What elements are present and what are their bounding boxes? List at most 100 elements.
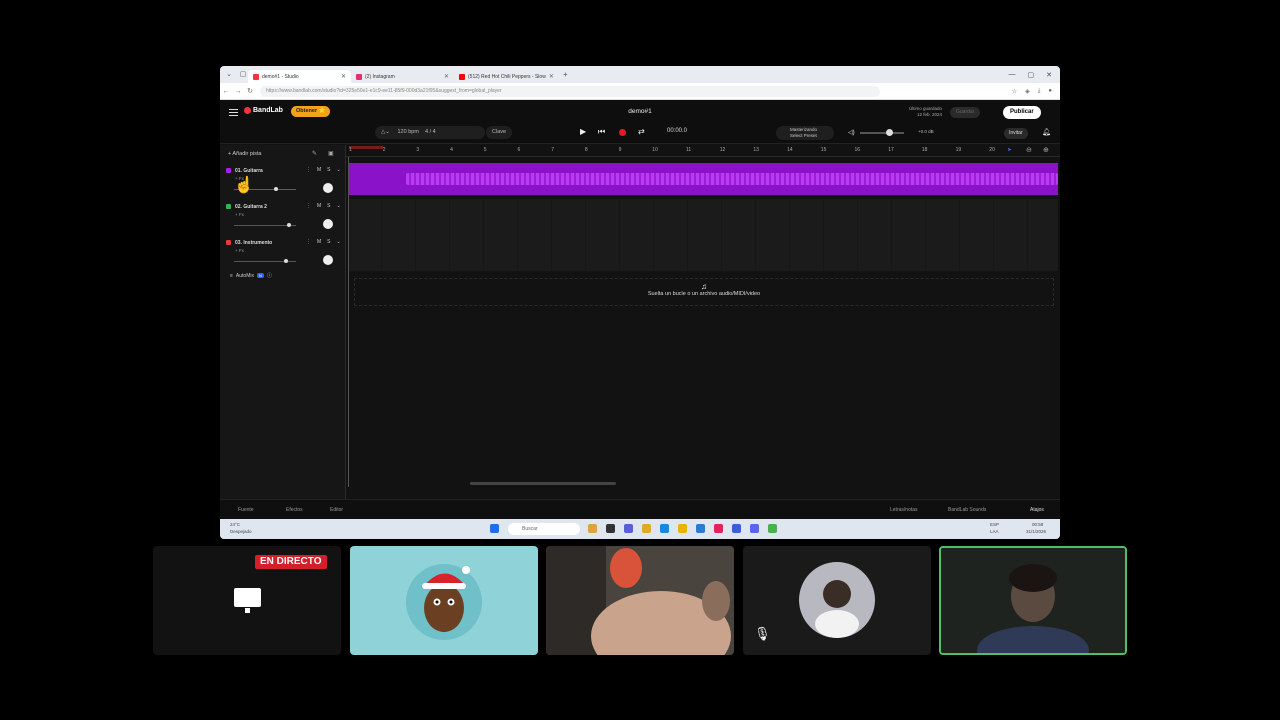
tab-actions-icon[interactable]: ▢ bbox=[238, 70, 248, 80]
store-icon[interactable] bbox=[696, 524, 705, 533]
timeline[interactable]: 1 2 3 4 5 6 7 8 9 10 11 12 13 14 15 16 17 18 19 20 ⫸ ⊖ ⊕ ♫ … bbox=[346, 145, 1060, 499]
track-row[interactable]: 03. Instrumento + Fx ⋮ M S ⌄ bbox=[224, 237, 342, 270]
explorer-icon[interactable] bbox=[678, 524, 687, 533]
fuente-tab[interactable]: Fuente bbox=[238, 507, 254, 513]
windows-start-icon[interactable] bbox=[490, 524, 499, 533]
hamburger-menu-icon[interactable] bbox=[229, 109, 238, 116]
extensions-icon[interactable]: ◈ bbox=[1025, 88, 1030, 95]
profile-icon[interactable]: ● bbox=[1048, 88, 1052, 95]
minimize-icon[interactable]: — bbox=[1009, 71, 1016, 79]
playhead[interactable] bbox=[348, 157, 349, 487]
region-indicator[interactable]: LAA bbox=[990, 529, 999, 534]
zoom-in-icon[interactable]: ⊕ bbox=[1043, 146, 1049, 154]
track-menu-icon[interactable]: ⋮ bbox=[306, 239, 311, 245]
invitar-button[interactable]: Invitar bbox=[1004, 128, 1028, 139]
help-icon[interactable]: ⓘ bbox=[267, 272, 272, 279]
efectos-tab[interactable]: Efectos bbox=[286, 507, 303, 513]
letras-tab[interactable]: Letras/notas bbox=[890, 507, 918, 513]
wand-icon[interactable]: ✎ bbox=[312, 150, 317, 157]
bandlab-logo[interactable]: BandLab bbox=[244, 107, 283, 114]
zoom-out-icon[interactable]: ⊖ bbox=[1026, 146, 1032, 154]
app-red-icon[interactable] bbox=[714, 524, 723, 533]
bar-ruler[interactable]: 1 2 3 4 5 6 7 8 9 10 11 12 13 14 15 16 17 18 19 20 bbox=[346, 145, 1060, 157]
editor-tab[interactable]: Editor bbox=[330, 507, 343, 513]
track-volume-knob[interactable] bbox=[287, 223, 291, 227]
solo-button[interactable]: S bbox=[327, 167, 330, 173]
participant-tile-photo[interactable] bbox=[743, 546, 931, 655]
star-icon[interactable]: ☆ bbox=[1012, 88, 1017, 95]
horizontal-scrollbar[interactable] bbox=[470, 482, 616, 485]
track-menu-icon[interactable]: ⋮ bbox=[306, 167, 311, 173]
notifications-icon[interactable]: 🔔︎ bbox=[1042, 128, 1051, 136]
track-row[interactable]: 02. Guitarra 2 + Fx ⋮ M S ⌄ bbox=[224, 201, 342, 234]
bpm-value[interactable]: 120 bbox=[397, 129, 406, 135]
key-button[interactable]: Clave bbox=[486, 126, 513, 139]
master-volume-knob[interactable] bbox=[886, 129, 893, 136]
solo-button[interactable]: S bbox=[327, 239, 330, 245]
date[interactable]: 31/1/2026 bbox=[1026, 529, 1046, 534]
forward-icon[interactable]: → bbox=[232, 88, 244, 95]
discord-icon[interactable] bbox=[750, 524, 759, 533]
close-tab-icon[interactable]: ✕ bbox=[341, 73, 346, 80]
loop-icon[interactable]: ⇄ bbox=[638, 127, 645, 136]
track-volume-knob[interactable] bbox=[284, 259, 288, 263]
clock[interactable]: 00:58 bbox=[1032, 522, 1043, 527]
tab-menu-icon[interactable]: ⌄ bbox=[224, 70, 234, 80]
new-tab-icon[interactable]: + bbox=[563, 70, 568, 79]
task-view-icon[interactable] bbox=[606, 524, 615, 533]
downloads-icon[interactable]: ⤓ bbox=[1038, 88, 1041, 95]
teams-icon[interactable] bbox=[624, 524, 633, 533]
chevron-down-icon[interactable]: ⌄ bbox=[337, 239, 341, 245]
record-icon[interactable] bbox=[619, 129, 626, 136]
fx-button[interactable]: + Fx bbox=[235, 212, 244, 217]
atajos-tab[interactable]: Atajos bbox=[1030, 507, 1044, 513]
mastering-button[interactable]: Masterizando Select Preset bbox=[776, 126, 834, 140]
solo-button[interactable]: S bbox=[327, 203, 330, 209]
track-name[interactable]: 03. Instrumento bbox=[235, 240, 272, 246]
empty-tracks-area[interactable] bbox=[348, 199, 1058, 271]
url-field[interactable]: https://www.bandlab.com/studio?id=325e50… bbox=[260, 85, 880, 97]
app-icon[interactable] bbox=[588, 524, 597, 533]
chrome-icon[interactable] bbox=[768, 524, 777, 533]
edge-icon[interactable] bbox=[660, 524, 669, 533]
add-track-button[interactable]: + Añadir pista bbox=[228, 151, 261, 157]
tab-bandlab[interactable]: demo#1 - Studio ✕ bbox=[248, 70, 351, 83]
close-tab-icon[interactable]: ✕ bbox=[444, 73, 449, 80]
publicar-button[interactable]: Publicar bbox=[1003, 106, 1041, 119]
obtener-button[interactable]: Obtener ⭐ bbox=[291, 106, 331, 117]
track-options-icon[interactable]: ▣ bbox=[328, 150, 334, 157]
maximize-icon[interactable]: ▢ bbox=[1028, 71, 1035, 79]
fx-button[interactable]: + Fx bbox=[235, 248, 244, 253]
snap-icon[interactable]: ⫸ bbox=[1008, 147, 1011, 154]
play-icon[interactable]: ▶ bbox=[580, 127, 586, 136]
track-menu-icon[interactable]: ⋮ bbox=[306, 203, 311, 209]
time-signature[interactable]: 4 / 4 bbox=[425, 129, 436, 135]
guardar-button[interactable]: Guardar bbox=[950, 107, 981, 118]
skip-back-icon[interactable]: ⏮ bbox=[598, 127, 605, 137]
drop-zone[interactable]: ♫ Suelta un bucle o un archivo audio/MID… bbox=[354, 278, 1054, 306]
sounds-tab[interactable]: BandLab Sounds bbox=[948, 507, 986, 513]
chevron-down-icon[interactable]: ⌄ bbox=[337, 167, 341, 173]
tab-instagram[interactable]: (2) Instagram ✕ bbox=[351, 70, 454, 83]
track-volume-knob[interactable] bbox=[274, 187, 278, 191]
loop-region[interactable] bbox=[349, 146, 383, 149]
taskbar-search[interactable]: Buscar bbox=[508, 523, 580, 535]
weather-temp[interactable]: 24°C bbox=[230, 522, 240, 527]
lang-indicator[interactable]: ESP bbox=[990, 522, 999, 527]
tempo-pill[interactable]: △⌄ 120 bpm 4 / 4 bbox=[375, 126, 485, 139]
reload-icon[interactable]: ↻ bbox=[244, 87, 256, 95]
track-name[interactable]: 02. Guitarra 2 bbox=[235, 204, 267, 210]
chevron-down-icon[interactable]: ⌄ bbox=[337, 203, 341, 209]
back-icon[interactable]: ← bbox=[220, 88, 232, 95]
metronome-icon[interactable]: △⌄ bbox=[381, 129, 390, 135]
weather-desc[interactable]: Despejado bbox=[230, 529, 252, 534]
track-name[interactable]: 01. Guitarra bbox=[235, 168, 263, 174]
automix-row[interactable]: ≡ AutoMix N ⓘ bbox=[230, 272, 272, 280]
close-tab-icon[interactable]: ✕ bbox=[549, 73, 554, 80]
pan-knob[interactable] bbox=[323, 255, 333, 265]
close-window-icon[interactable]: ✕ bbox=[1046, 71, 1052, 79]
master-volume-slider[interactable] bbox=[860, 132, 904, 134]
participant-tile-avatar[interactable] bbox=[350, 546, 538, 655]
mute-button[interactable]: M bbox=[317, 203, 321, 209]
mute-button[interactable]: M bbox=[317, 167, 321, 173]
